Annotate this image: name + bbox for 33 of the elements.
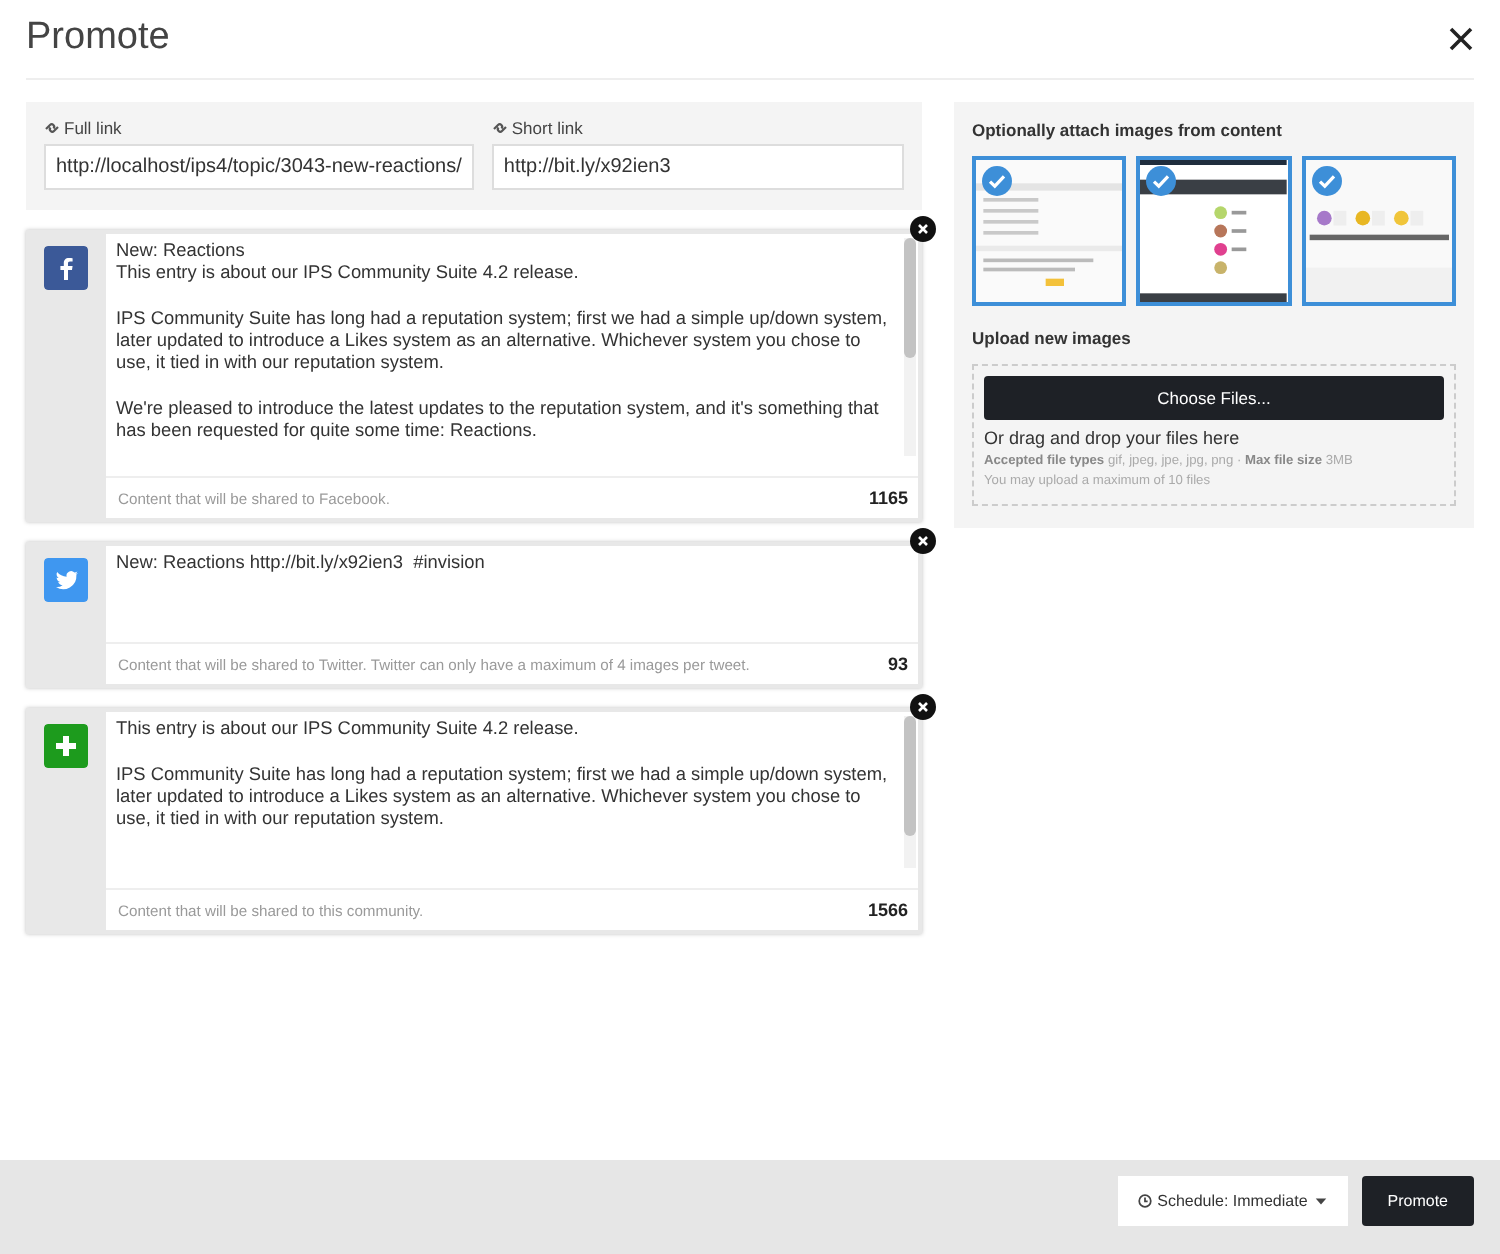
check-icon (1311, 166, 1342, 196)
bird-icon (44, 558, 88, 602)
character-count: 93 (887, 654, 908, 674)
check-icon (1146, 166, 1177, 196)
share-text-area[interactable]: New: Reactions http://bit.ly/x92ien3 #invision (106, 546, 918, 644)
remove-icon[interactable] (910, 528, 936, 554)
share-text-area[interactable]: This entry is about our IPS Community Suite 4.2 release. IPS Community Suite has long had a reputation system; first we had a simple up/down system, later updated to introduce a Likes system as an alternative. Whichever system you chose to use, it tied in with our reputation system. (106, 712, 918, 890)
check-icon (982, 166, 1012, 196)
link-label: Full link (44, 118, 474, 138)
facebook-icon (44, 246, 88, 290)
character-count: 1165 (868, 488, 908, 508)
plus-icon (44, 724, 88, 768)
remove-icon[interactable] (910, 694, 936, 720)
scrollbar[interactable] (904, 716, 916, 868)
link-icon (491, 120, 508, 136)
clock-icon (1137, 1194, 1152, 1208)
dialog-title: Promote (26, 16, 170, 60)
character-count: 1566 (867, 900, 908, 920)
link-field[interactable]: http://localhost/ips4/topic/3043-new-reactions/ (44, 144, 474, 190)
scrollbar[interactable] (904, 238, 916, 456)
link-icon (44, 120, 60, 136)
share-text-area[interactable]: New: Reactions This entry is about our IPS Community Suite 4.2 release. IPS Community Suite has long had a reputation system; first we had a simple up/down system, later updated to introduce a Likes system as an alternative. Whichever system you chose to use, it tied in with our reputation system. We're pleased to introduce the latest updates to the reputation system, and it's something that has been requested for quite some time: Reactions. (106, 234, 918, 478)
section-heading: Optionally attach images from content (972, 120, 1284, 140)
schedule-button[interactable]: Schedule: Immediate (1117, 1176, 1348, 1226)
drop-hint: Or drag and drop your files here (984, 428, 1242, 448)
link-label: Short link (491, 118, 904, 138)
section-heading: Upload new images (972, 328, 1133, 348)
promote-button[interactable]: Promote (1361, 1176, 1474, 1226)
remove-icon[interactable] (910, 216, 936, 242)
link-field[interactable]: http://bit.ly/x92ien3 (491, 144, 904, 190)
caret-icon (1313, 1194, 1328, 1208)
choose-files-button[interactable]: Choose Files... (984, 376, 1444, 420)
close-icon[interactable] (1448, 25, 1474, 51)
